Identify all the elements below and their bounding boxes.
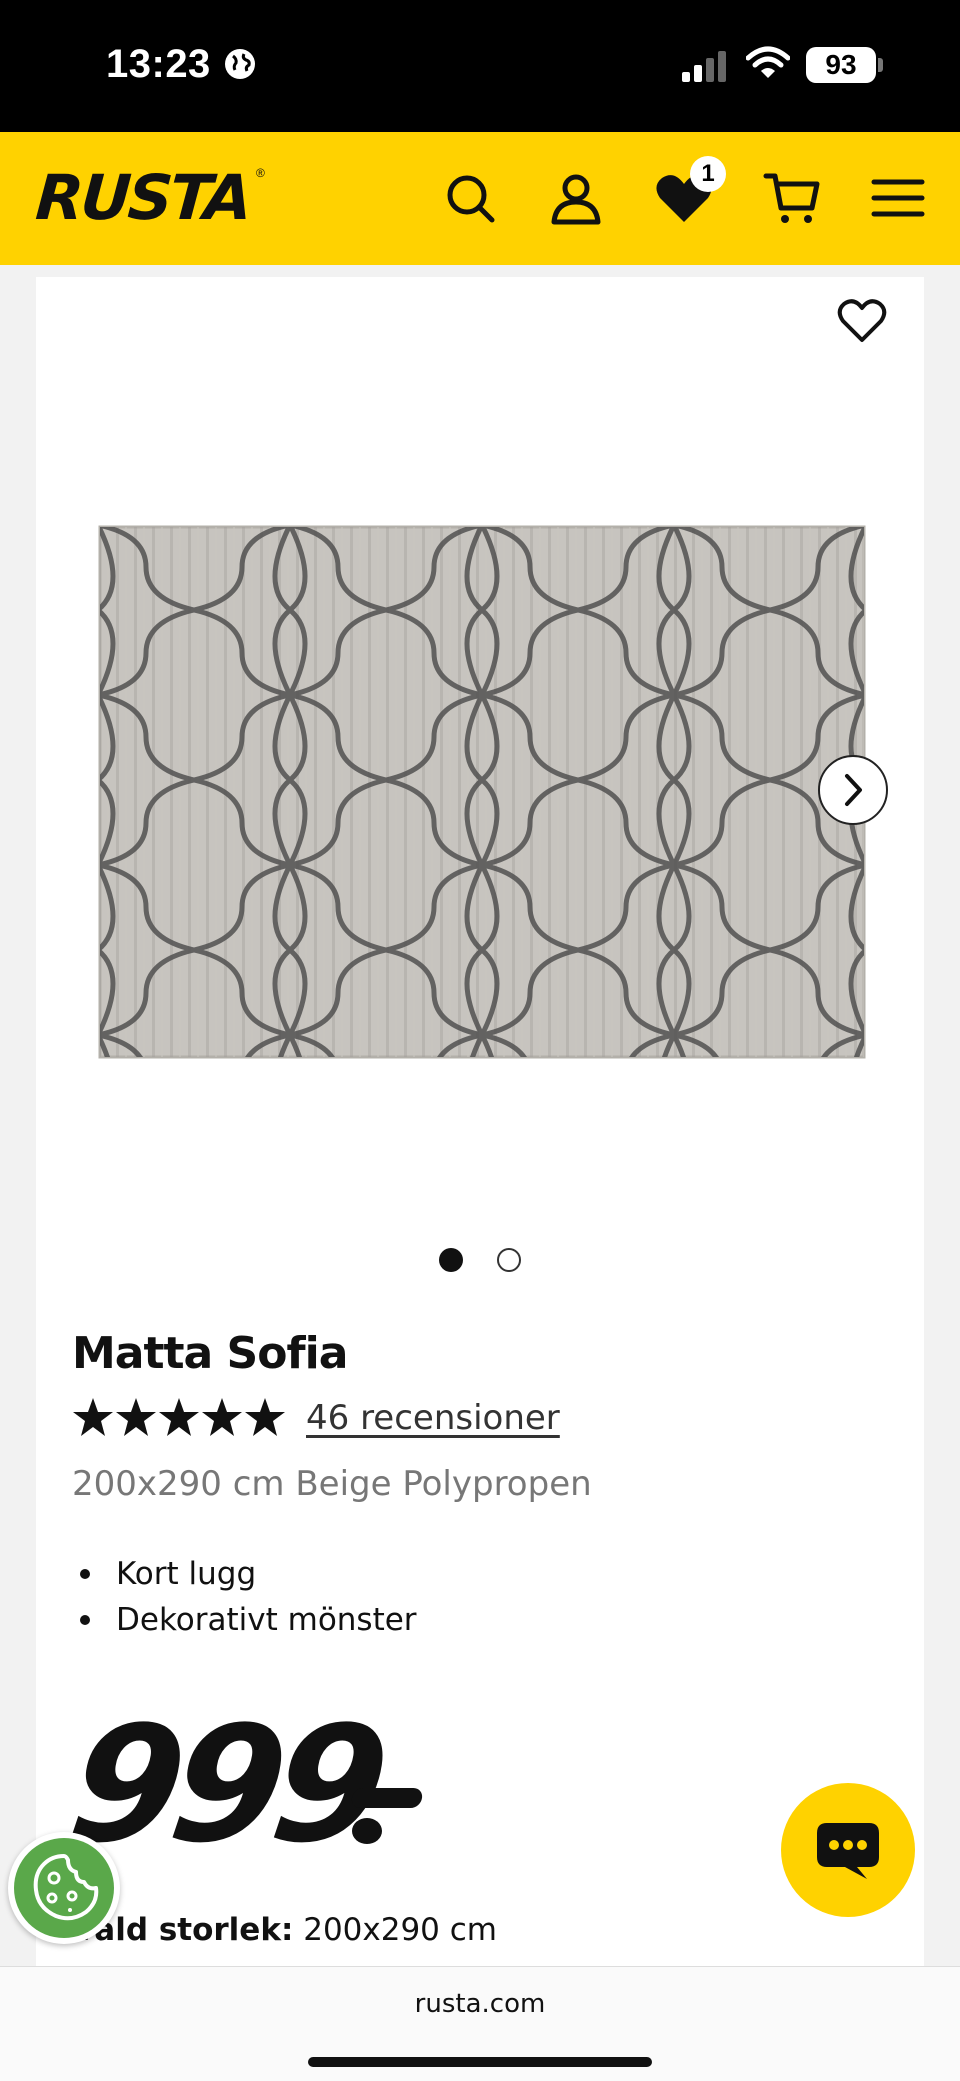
gallery-next-button[interactable] bbox=[818, 755, 888, 825]
rusta-logo[interactable]: RUSTA bbox=[33, 160, 252, 236]
price-suffix-dot bbox=[352, 1818, 382, 1844]
status-time: 13:23 bbox=[106, 42, 211, 86]
gallery-dot[interactable] bbox=[497, 1248, 521, 1272]
home-indicator[interactable] bbox=[308, 2057, 652, 2067]
browser-bottom-bar: rusta.com bbox=[0, 1966, 960, 2081]
chat-icon bbox=[817, 1823, 879, 1879]
cart-icon[interactable] bbox=[762, 168, 822, 228]
logo-registered-mark: ® bbox=[256, 166, 265, 180]
star-icon bbox=[73, 1398, 113, 1436]
chat-button[interactable] bbox=[781, 1783, 915, 1917]
selected-size-value: 200x290 cm bbox=[303, 1912, 497, 1948]
browser-url[interactable]: rusta.com bbox=[0, 1989, 960, 2019]
star-icon bbox=[159, 1398, 199, 1436]
feature-item: Dekorativt mönster bbox=[72, 1597, 417, 1643]
rating-stars bbox=[73, 1398, 285, 1436]
wishlist-count-badge: 1 bbox=[690, 156, 726, 192]
selected-size: Vald storlek: 200x290 cm bbox=[72, 1912, 497, 1948]
battery-icon: 93 bbox=[806, 47, 876, 83]
product-subtitle: 200x290 cm Beige Polypropen bbox=[72, 1464, 592, 1504]
site-header: RUSTA ® bbox=[0, 132, 960, 265]
product-image[interactable] bbox=[98, 525, 866, 1059]
battery-cap bbox=[878, 58, 883, 72]
cookie-settings-button[interactable] bbox=[8, 1832, 120, 1944]
menu-icon[interactable] bbox=[868, 168, 928, 228]
search-icon[interactable] bbox=[440, 168, 500, 228]
status-bar: 13:23 93 bbox=[0, 0, 960, 132]
product-title: Matta Sofia bbox=[72, 1328, 348, 1379]
feature-item: Kort lugg bbox=[72, 1551, 417, 1597]
star-icon bbox=[116, 1398, 156, 1436]
wifi-icon bbox=[746, 46, 790, 78]
gallery-dot-active[interactable] bbox=[439, 1248, 463, 1272]
feature-list: Kort lugg Dekorativt mönster bbox=[72, 1551, 417, 1643]
price-suffix-dash bbox=[350, 1788, 424, 1808]
account-icon[interactable] bbox=[546, 168, 606, 228]
reviews-link[interactable]: 46 recensioner bbox=[306, 1398, 560, 1438]
globe-icon bbox=[225, 49, 255, 79]
add-to-favorites-button[interactable] bbox=[836, 294, 888, 346]
signal-icon bbox=[682, 51, 726, 82]
star-icon bbox=[202, 1398, 242, 1436]
star-icon bbox=[245, 1398, 285, 1436]
cookie-icon bbox=[14, 1838, 114, 1938]
